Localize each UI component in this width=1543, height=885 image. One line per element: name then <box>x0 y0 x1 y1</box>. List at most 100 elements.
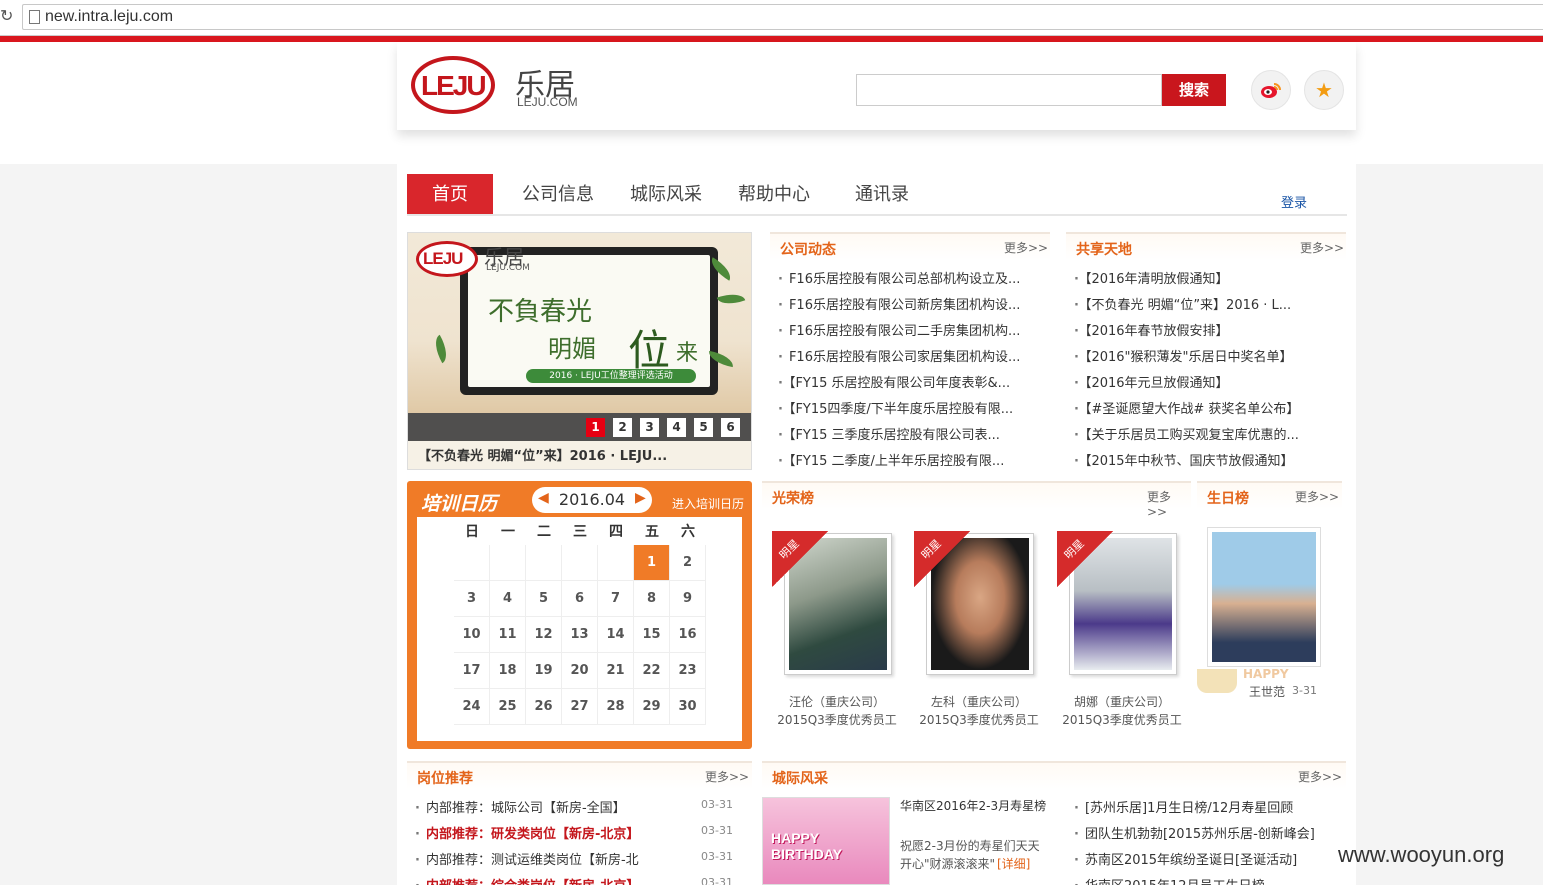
more-link[interactable]: 更多>> <box>1004 239 1048 256</box>
nav-home[interactable]: 首页 <box>407 174 493 214</box>
star-card[interactable]: 明星 胡娜（重庆公司） 2015Q3季度优秀员工 <box>1057 521 1182 736</box>
calendar-day[interactable]: 29 <box>634 689 670 725</box>
list-item[interactable]: 【FY15 二季度/上半年乐居控股有限... <box>778 450 1046 469</box>
more-link[interactable]: 更多>> <box>1295 488 1339 505</box>
calendar-day[interactable]: 5 <box>526 581 562 617</box>
calendar-day[interactable]: 22 <box>634 653 670 689</box>
star-name[interactable]: 胡娜（重庆公司） <box>1057 693 1187 710</box>
panel-title[interactable]: 光荣榜 <box>772 488 814 508</box>
panel-title[interactable]: 城际风采 <box>772 768 828 788</box>
list-item[interactable]: F16乐居控股有限公司新房集团机构设... <box>778 294 1046 313</box>
calendar-day[interactable]: 23 <box>670 653 706 689</box>
nav-city-style[interactable]: 城际风采 <box>621 174 711 214</box>
calendar-day[interactable]: 11 <box>490 617 526 653</box>
list-item[interactable]: F16乐居控股有限公司家居集团机构设... <box>778 346 1046 365</box>
list-item[interactable]: 【2016年元旦放假通知】 <box>1074 372 1342 391</box>
reload-icon[interactable]: ↻ <box>0 6 13 25</box>
search-input[interactable] <box>856 74 1162 106</box>
more-link[interactable]: 更多>> <box>705 768 749 785</box>
url-text[interactable]: new.intra.leju.com <box>45 8 173 26</box>
calendar-day[interactable]: 15 <box>634 617 670 653</box>
list-item[interactable]: 团队生机勃勃[2015苏州乐居-创新峰会] <box>1074 823 1344 842</box>
list-item[interactable]: 【2016"猴积薄发"乐居日中奖名单】 <box>1074 346 1342 365</box>
list-item[interactable]: 【2016年清明放假通知】 <box>1074 268 1342 287</box>
slide-dot[interactable]: 3 <box>640 418 659 437</box>
weibo-button[interactable] <box>1251 70 1291 110</box>
list-item[interactable]: 【不负春光 明媚“位”来】2016 · L... <box>1074 294 1342 313</box>
list-item[interactable]: 内部推荐：测试运维类岗位【新房-北 <box>415 849 695 868</box>
more-link[interactable]: 更多>> <box>1298 768 1342 785</box>
calendar-day[interactable]: 7 <box>598 581 634 617</box>
list-item[interactable]: 内部推荐：综合类岗位【新房-北京】 <box>415 875 695 885</box>
calendar-day[interactable]: 17 <box>454 653 490 689</box>
enter-calendar-link[interactable]: 进入培训日历 <box>672 495 744 512</box>
login-link[interactable]: 登录 <box>1281 192 1307 211</box>
leju-logo[interactable]: LEJU <box>411 56 495 114</box>
calendar-day[interactable]: 19 <box>526 653 562 689</box>
list-item[interactable]: 【2015年中秋节、国庆节放假通知】 <box>1074 450 1342 469</box>
next-month-icon[interactable]: ▶ <box>635 490 646 506</box>
calendar-day[interactable]: 9 <box>670 581 706 617</box>
list-item[interactable]: 【FY15四季度/下半年度乐居控股有限... <box>778 398 1046 417</box>
calendar-day[interactable]: 28 <box>598 689 634 725</box>
list-item[interactable]: 内部推荐：城际公司【新房-全国】 <box>415 797 695 816</box>
calendar-day[interactable]: 8 <box>634 581 670 617</box>
slide-dot[interactable]: 2 <box>613 418 632 437</box>
calendar-day[interactable]: 2 <box>670 545 706 581</box>
calendar-day[interactable]: 21 <box>598 653 634 689</box>
calendar-day[interactable]: 18 <box>490 653 526 689</box>
calendar-day[interactable]: 3 <box>454 581 490 617</box>
list-item[interactable]: 苏南区2015年缤纷圣诞日[圣诞活动] <box>1074 849 1344 868</box>
city-feature-link[interactable]: [详细] <box>997 855 1030 872</box>
panel-title[interactable]: 公司动态 <box>780 239 836 259</box>
calendar-day[interactable]: 4 <box>490 581 526 617</box>
calendar-day[interactable]: 24 <box>454 689 490 725</box>
list-item[interactable]: 【2016年春节放假安排】 <box>1074 320 1342 339</box>
star-card[interactable]: 明星 左科（重庆公司） 2015Q3季度优秀员工 <box>914 521 1039 736</box>
birthday-name[interactable]: 王世范 <box>1249 683 1285 700</box>
calendar-day[interactable]: 14 <box>598 617 634 653</box>
more-link[interactable]: 更多>> <box>1147 488 1191 519</box>
slide-dot[interactable]: 5 <box>694 418 713 437</box>
slide-dot[interactable]: 1 <box>586 418 605 437</box>
slide-caption[interactable]: 【不负春光 明媚“位”来】2016 · LEJU... <box>418 445 667 464</box>
panel-title[interactable]: 岗位推荐 <box>417 768 473 788</box>
slide-dot[interactable]: 4 <box>667 418 686 437</box>
city-feature-image[interactable]: HAPPY BIRTHDAY <box>762 797 890 885</box>
list-item[interactable]: 【#圣诞愿望大作战# 获奖名单公布】 <box>1074 398 1342 417</box>
list-item[interactable]: F16乐居控股有限公司总部机构设立及... <box>778 268 1046 287</box>
search-button[interactable]: 搜索 <box>1162 74 1226 106</box>
nav-help[interactable]: 帮助中心 <box>729 174 819 214</box>
more-link[interactable]: 更多>> <box>1300 239 1344 256</box>
list-item[interactable]: [苏州乐居]1月生日榜/12月寿星回顾 <box>1074 797 1344 816</box>
favorite-button[interactable]: ★ <box>1304 70 1344 110</box>
calendar-day[interactable]: 1 <box>634 545 670 581</box>
banner-slider[interactable]: 不負春光 明媚 位 来 2016 · LEJU工位整理评选活动 LEJU 乐居 … <box>407 232 752 470</box>
slide-image[interactable]: 不負春光 明媚 位 来 2016 · LEJU工位整理评选活动 LEJU 乐居 … <box>408 233 751 413</box>
birthday-photo[interactable] <box>1207 527 1321 667</box>
calendar-day[interactable]: 27 <box>562 689 598 725</box>
calendar-day[interactable]: 12 <box>526 617 562 653</box>
calendar-day[interactable]: 26 <box>526 689 562 725</box>
nav-contacts[interactable]: 通讯录 <box>837 174 927 214</box>
list-item[interactable]: 内部推荐：研发类岗位【新房-北京】 <box>415 823 695 842</box>
calendar-day[interactable]: 10 <box>454 617 490 653</box>
panel-title[interactable]: 生日榜 <box>1207 488 1249 508</box>
nav-company-info[interactable]: 公司信息 <box>513 174 603 214</box>
calendar-day[interactable]: 6 <box>562 581 598 617</box>
list-item[interactable]: 【FY15 三季度乐居控股有限公司表... <box>778 424 1046 443</box>
list-item[interactable]: 【FY15 乐居控股有限公司年度表彰&... <box>778 372 1046 391</box>
list-item[interactable]: F16乐居控股有限公司二手房集团机构... <box>778 320 1046 339</box>
calendar-day[interactable]: 25 <box>490 689 526 725</box>
city-feature-title[interactable]: 华南区2016年2-3月寿星榜 <box>900 797 1046 814</box>
calendar-day[interactable]: 13 <box>562 617 598 653</box>
calendar-day[interactable]: 20 <box>562 653 598 689</box>
star-name[interactable]: 汪伦（重庆公司） <box>772 693 902 710</box>
star-name[interactable]: 左科（重庆公司） <box>914 693 1044 710</box>
slide-dot[interactable]: 6 <box>721 418 740 437</box>
url-field[interactable]: new.intra.leju.com <box>22 4 1543 30</box>
star-card[interactable]: 明星 汪伦（重庆公司） 2015Q3季度优秀员工 <box>772 521 897 736</box>
calendar-day[interactable]: 16 <box>670 617 706 653</box>
list-item[interactable]: 【关于乐居员工购买观复宝库优惠的... <box>1074 424 1342 443</box>
prev-month-icon[interactable]: ◀ <box>538 490 549 506</box>
